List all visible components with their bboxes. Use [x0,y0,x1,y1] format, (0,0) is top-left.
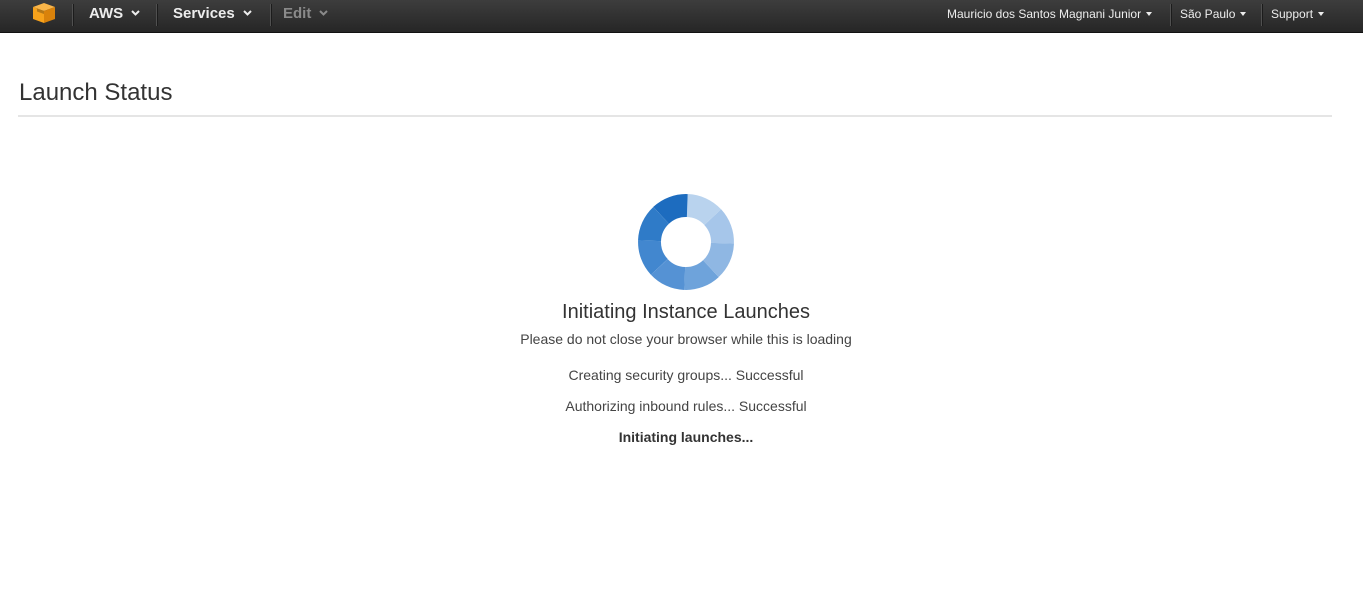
top-navigation-bar: AWS Services Edit Mauricio dos Santos Ma… [0,0,1363,33]
chevron-down-icon [243,9,252,16]
aws-cube-icon[interactable] [33,3,55,23]
nav-divider [270,4,272,26]
user-name: Mauricio dos Santos Magnani Junior [947,7,1142,21]
title-divider [18,115,1332,117]
loading-spinner-icon [638,194,734,290]
status-step-current: Initiating launches... [618,429,754,445]
support-label: Support [1271,7,1314,21]
nav-divider [1170,4,1172,26]
status-heading: Initiating Instance Launches [562,301,810,323]
edit-menu-label: Edit [283,5,312,22]
status-step: Creating security groups... Successful [568,367,804,383]
aws-menu[interactable]: AWS [89,0,140,28]
services-menu[interactable]: Services [173,0,252,28]
caret-down-icon [1146,11,1153,16]
region-name: São Paulo [1180,7,1236,21]
caret-down-icon [1240,11,1247,16]
chevron-down-icon [131,9,140,16]
nav-divider [1261,4,1263,26]
status-subtext: Please do not close your browser while t… [520,331,852,347]
page-title: Launch Status [19,79,173,106]
nav-divider [156,4,158,26]
status-step: Authorizing inbound rules... Successful [565,398,807,414]
caret-down-icon [1318,11,1325,16]
edit-menu[interactable]: Edit [283,0,329,28]
user-account-menu[interactable]: Mauricio dos Santos Magnani Junior [947,0,1153,28]
support-menu[interactable]: Support [1271,0,1325,28]
chevron-down-icon [319,9,329,16]
aws-menu-label: AWS [89,5,124,22]
services-menu-label: Services [173,5,235,22]
region-menu[interactable]: São Paulo [1180,0,1247,28]
nav-divider [72,4,74,26]
